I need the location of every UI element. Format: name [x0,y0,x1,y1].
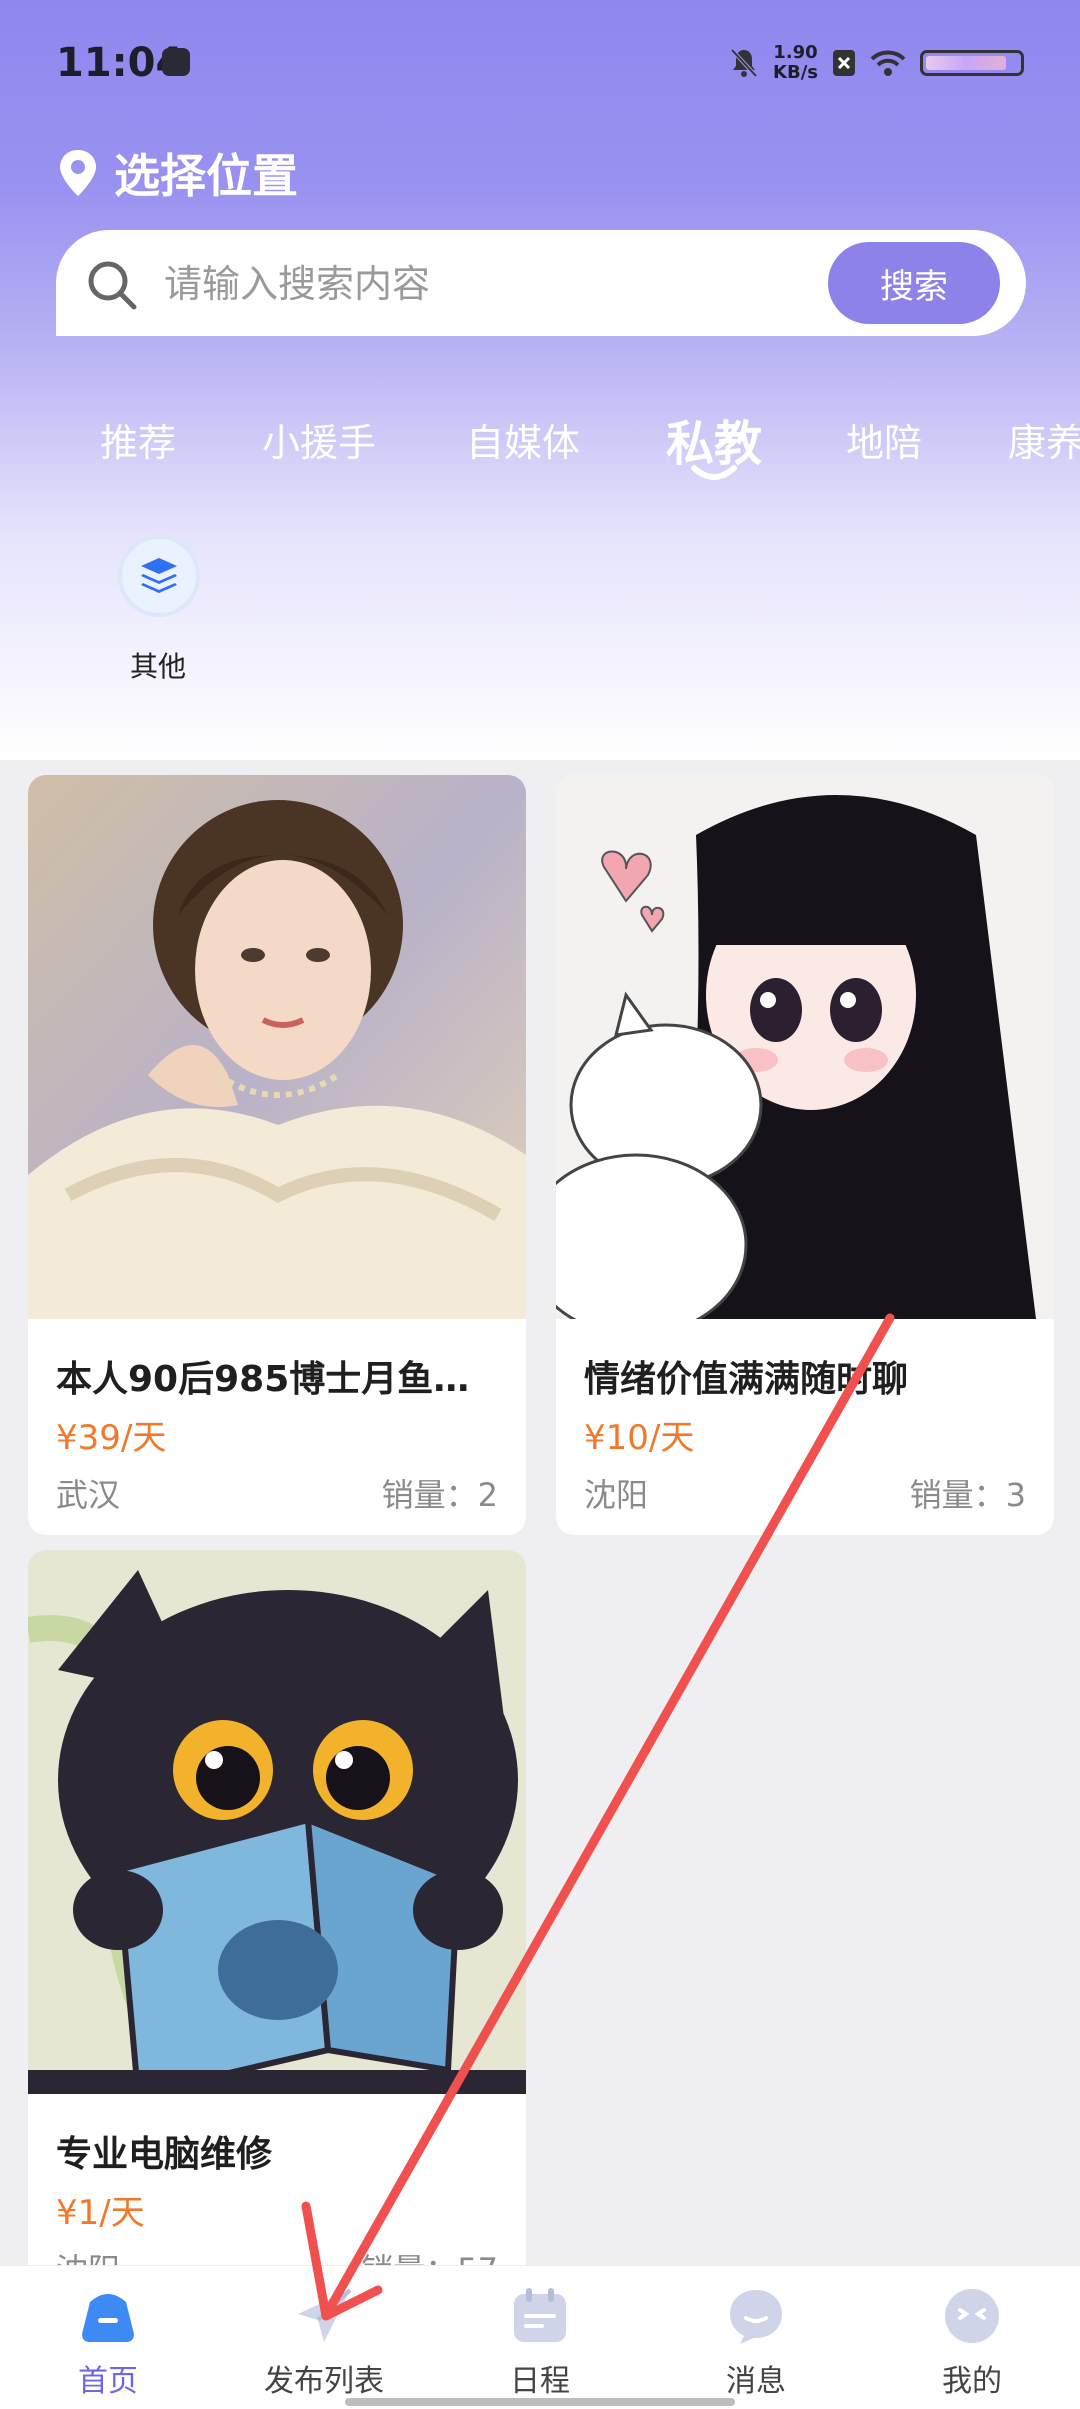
home-indicator [345,2398,735,2406]
listing-card[interactable]: 专业电脑维修 ¥1/天 沈阳 销量：57 [28,1550,526,2265]
location-pin-icon [60,150,96,196]
listing-title: 情绪价值满满随时聊 [584,1359,909,1400]
sim-x-icon [833,50,855,76]
search-icon [88,261,137,310]
listing-sales: 销量：57 [361,2245,498,2265]
nav-messages[interactable]: 消息 [648,2266,864,2409]
battery-icon [920,50,1024,76]
nav-label: 日程 [510,2364,570,2399]
tab-recommend[interactable]: 推荐 [100,412,176,467]
listing-card[interactable]: 情绪价值满满随时聊 ¥10/天 沈阳 销量：3 [556,775,1054,1535]
listing-card[interactable]: 本人90后985博士月鱼… ¥39/天 武汉 销量：2 [28,775,526,1535]
search-input[interactable] [162,256,766,312]
location-label: 选择位置 [114,149,298,203]
status-icons: 1.90 KB/s [729,38,1024,88]
listing-sales: 销量：3 [909,1476,1026,1514]
listing-grid: 本人90后985博士月鱼… ¥39/天 武汉 销量：2 情绪价值满满随时聊 ¥1… [0,775,1080,2265]
search-button[interactable]: 搜索 [828,242,1000,324]
listing-city: 沈阳 [56,2245,120,2265]
mute-icon [730,48,758,78]
listing-price: ¥1/天 [56,2193,145,2233]
home-icon [82,2294,134,2342]
nav-publish-list[interactable]: 发布列表 [216,2266,432,2409]
listing-title: 本人90后985博士月鱼… [56,1359,470,1400]
profile-icon [945,2289,999,2343]
nav-profile[interactable]: 我的 [864,2266,1080,2409]
listing-price: ¥10/天 [584,1418,695,1458]
tab-wellness[interactable]: 康养 [1008,412,1080,467]
search-bar: 搜索 [56,230,1026,336]
listing-image-black-cat [28,1550,526,2094]
category-other[interactable]: 其他 [118,535,200,683]
listing-city: 沈阳 [584,1476,649,1514]
category-label: 其他 [129,650,186,683]
wifi-icon [870,50,906,76]
nav-label: 首页 [78,2364,138,2399]
listing-image-portrait [28,775,526,1319]
nav-label: 我的 [942,2364,1002,2399]
status-bar: 11:04 1.90 KB/s [0,0,1080,125]
nav-schedule[interactable]: 日程 [432,2266,648,2409]
network-speed: 1.90 KB/s [773,42,818,83]
tab-self-media[interactable]: 自媒体 [466,412,580,467]
active-tab-indicator [691,465,737,480]
layers-icon [118,535,200,617]
tab-local-guide[interactable]: 地陪 [846,412,922,467]
nav-label: 发布列表 [264,2364,384,2399]
category-tabs: 推荐 小援手 自媒体 私教 地陪 康养 [0,400,1080,500]
listing-sales: 销量：2 [381,1476,498,1514]
send-icon [298,2288,352,2342]
bottom-navigation: 首页 发布列表 日程 消息 我的 [0,2265,1080,2409]
listing-city: 武汉 [56,1476,121,1514]
location-selector[interactable]: 选择位置 [56,140,298,206]
nav-label: 消息 [726,2364,786,2399]
notification-app-icon [162,48,190,76]
calendar-icon [514,2288,566,2342]
tab-helper[interactable]: 小援手 [262,412,376,467]
listing-price: ¥39/天 [56,1418,167,1458]
nav-home[interactable]: 首页 [0,2266,216,2409]
listing-image-anime-girl [556,775,1054,1319]
listing-title: 专业电脑维修 [56,2134,273,2175]
message-icon [730,2290,782,2344]
